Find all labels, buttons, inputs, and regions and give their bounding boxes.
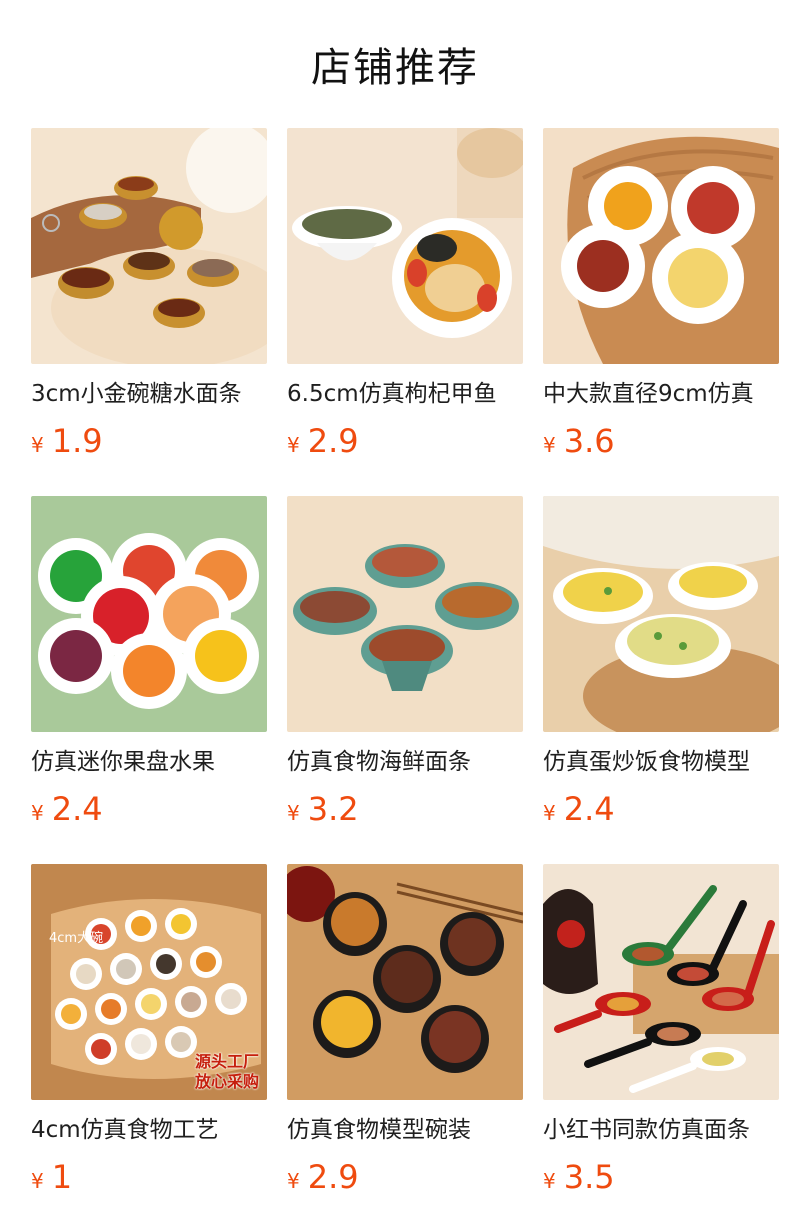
currency-symbol: ¥	[287, 433, 300, 457]
handwritten-label: 4cm大碗	[49, 930, 103, 946]
product-title[interactable]: 中大款直径9cm仿真	[543, 380, 783, 408]
product-price: ¥ 2.4	[543, 790, 779, 828]
product-card[interactable]: 仿真蛋炒饭食物模型 ¥ 2.4	[543, 496, 779, 828]
price-value: 3.2	[307, 790, 359, 828]
gold-bowl-keychain-image[interactable]	[31, 128, 267, 364]
currency-symbol: ¥	[31, 801, 44, 825]
fruit-plates-image[interactable]	[31, 496, 267, 732]
product-card[interactable]: 3cm小金碗糖水面条 ¥ 1.9	[31, 128, 267, 460]
page-title: 店铺推荐	[311, 45, 479, 91]
currency-symbol: ¥	[287, 1169, 300, 1193]
product-price: ¥ 3.2	[287, 790, 523, 828]
product-title[interactable]: 仿真蛋炒饭食物模型	[543, 748, 783, 776]
product-card[interactable]: 仿真食物海鲜面条 ¥ 3.2	[287, 496, 523, 828]
currency-symbol: ¥	[287, 801, 300, 825]
price-value: 2.9	[307, 1158, 359, 1196]
price-value: 1.9	[51, 422, 103, 460]
product-price: ¥ 2.4	[31, 790, 267, 828]
product-price: ¥ 2.9	[287, 422, 523, 460]
fried-rice-plates-image[interactable]	[543, 496, 779, 732]
price-value: 1	[51, 1158, 73, 1196]
price-value: 2.9	[307, 422, 359, 460]
noodle-bowls-image[interactable]	[287, 496, 523, 732]
product-card[interactable]: 仿真迷你果盘水果 ¥ 2.4	[31, 496, 267, 828]
plates-on-board-image[interactable]	[543, 128, 779, 364]
price-value: 3.6	[563, 422, 615, 460]
product-price: ¥ 2.9	[287, 1158, 523, 1196]
product-title[interactable]: 仿真食物海鲜面条	[287, 748, 527, 776]
currency-symbol: ¥	[543, 801, 556, 825]
product-card[interactable]: 小红书同款仿真面条 ¥ 3.5	[543, 864, 779, 1196]
product-card[interactable]: 仿真食物模型碗装 ¥ 2.9	[287, 864, 523, 1196]
cutting-board-bowls-image[interactable]: 4cm大碗 源头工厂 放心采购	[31, 864, 267, 1100]
product-price: ¥ 3.6	[543, 422, 779, 460]
product-title[interactable]: 仿真食物模型碗装	[287, 1116, 527, 1144]
factory-overlay-text: 源头工厂 放心采购	[194, 1052, 259, 1091]
turtle-soup-bowl-image[interactable]	[287, 128, 523, 364]
product-price: ¥ 3.5	[543, 1158, 779, 1196]
page-header: 店铺推荐	[0, 0, 790, 128]
product-card[interactable]: 中大款直径9cm仿真 ¥ 3.6	[543, 128, 779, 460]
product-title[interactable]: 仿真迷你果盘水果	[31, 748, 271, 776]
price-value: 2.4	[563, 790, 615, 828]
black-bowls-tray-image[interactable]	[287, 864, 523, 1100]
price-value: 3.5	[563, 1158, 615, 1196]
currency-symbol: ¥	[31, 433, 44, 457]
product-card[interactable]: 6.5cm仿真枸杞甲鱼 ¥ 2.9	[287, 128, 523, 460]
product-title[interactable]: 6.5cm仿真枸杞甲鱼	[287, 380, 527, 408]
product-title[interactable]: 小红书同款仿真面条	[543, 1116, 783, 1144]
currency-symbol: ¥	[543, 433, 556, 457]
product-price: ¥ 1	[31, 1158, 267, 1196]
price-value: 2.4	[51, 790, 103, 828]
product-title[interactable]: 4cm仿真食物工艺	[31, 1116, 271, 1144]
spoons-image[interactable]	[543, 864, 779, 1100]
currency-symbol: ¥	[31, 1169, 44, 1193]
product-title[interactable]: 3cm小金碗糖水面条	[31, 380, 271, 408]
product-price: ¥ 1.9	[31, 422, 267, 460]
product-card[interactable]: 4cm大碗 源头工厂 放心采购 4cm仿真食物工艺 ¥ 1	[31, 864, 267, 1196]
currency-symbol: ¥	[543, 1169, 556, 1193]
